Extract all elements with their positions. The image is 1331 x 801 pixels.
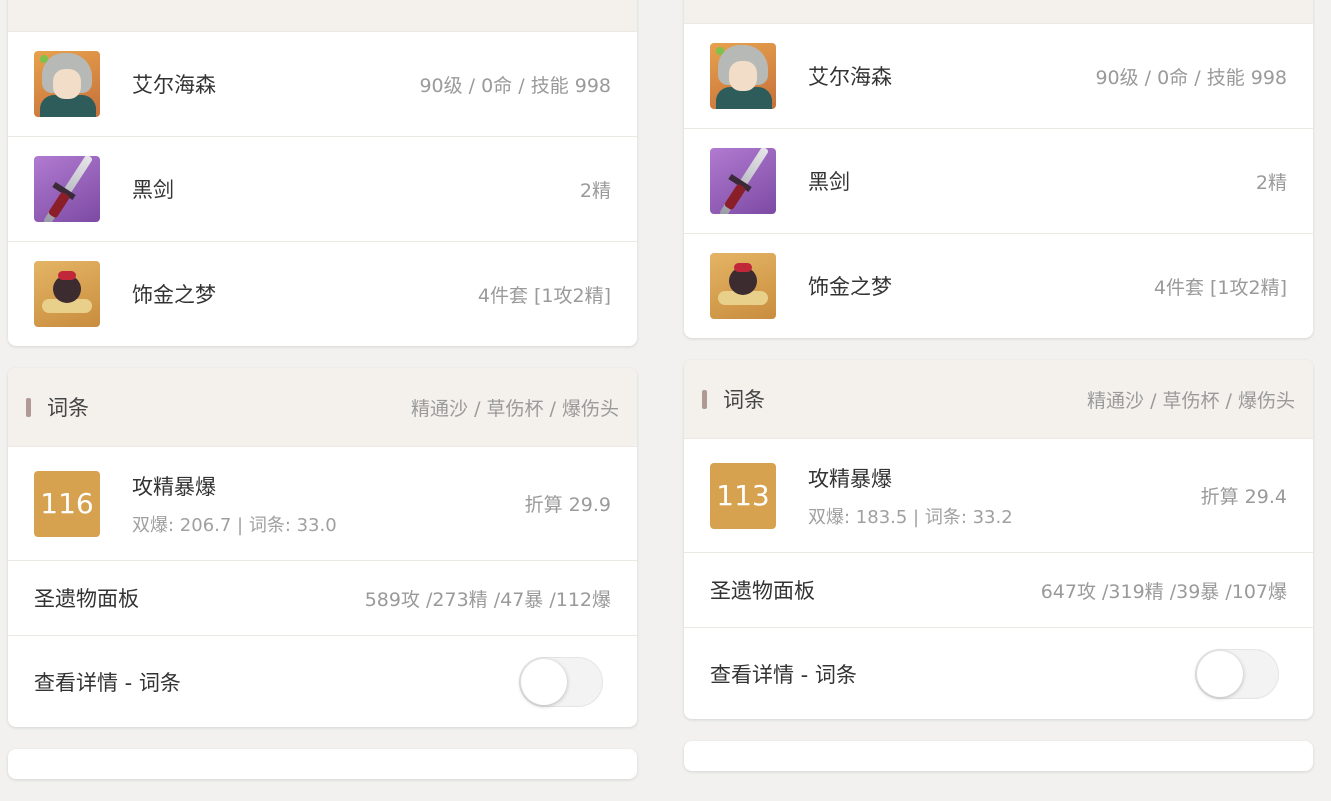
view-details-label: 查看详情 - 词条 (34, 670, 181, 695)
artifact-panel-row: 圣遗物面板 589攻 /273精 /47暴 /112爆 (8, 560, 637, 635)
weapon-refinement: 2精 (1255, 171, 1287, 194)
header-accent-bar (702, 389, 707, 409)
view-details-toggle[interactable] (1195, 648, 1279, 699)
weapon-name: 黑剑 (808, 170, 850, 194)
next-card (684, 741, 1313, 771)
score-title: 攻精暴爆 (132, 474, 216, 499)
artifact-panel-label: 圣遗物面板 (710, 579, 815, 603)
weapon-refinement: 2精 (579, 179, 611, 202)
score-row: 113 攻精暴爆 双爆: 183.5 | 词条: 33.2 折算 29.4 (684, 438, 1313, 552)
header-accent-bar (26, 397, 31, 417)
weapon-row[interactable]: 黑剑 2精 (8, 136, 637, 241)
character-avatar-icon (710, 43, 776, 109)
build-panel-right: 艾尔海森 90级 / 0命 / 技能 998 黑剑 2精 饰金之梦 4件套 [1… (684, 0, 1313, 793)
build-card-header (684, 0, 1313, 23)
converted-score: 折算 29.9 (524, 494, 611, 516)
score-title: 攻精暴爆 (808, 466, 892, 491)
substats-card: 词条 精通沙 / 草伤杯 / 爆伤头 113 攻精暴爆 双爆: 183.5 | … (684, 360, 1313, 719)
artifact-set-name: 饰金之梦 (808, 275, 892, 299)
artifact-panel-values: 589攻 /273精 /47暴 /112爆 (364, 588, 611, 611)
next-card (8, 749, 637, 779)
artifact-set-row[interactable]: 饰金之梦 4件套 [1攻2精] (8, 241, 637, 346)
artifact-panel-values: 647攻 /319精 /39暴 /107爆 (1040, 580, 1287, 603)
artifact-set-detail: 4件套 [1攻2精] (1153, 276, 1287, 299)
build-card-header (8, 0, 637, 31)
toggle-knob (521, 658, 567, 705)
main-stats-summary: 精通沙 / 草伤杯 / 爆伤头 (411, 397, 619, 420)
substats-card-header: 词条 精通沙 / 草伤杯 / 爆伤头 (684, 360, 1313, 438)
build-card: 艾尔海森 90级 / 0命 / 技能 998 黑剑 2精 饰金之梦 4件套 [1… (684, 0, 1313, 338)
score-subtext: 双爆: 183.5 | 词条: 33.2 (808, 506, 1013, 528)
artifact-set-name: 饰金之梦 (132, 283, 216, 307)
artifact-panel-label: 圣遗物面板 (34, 587, 139, 611)
artifact-set-row[interactable]: 饰金之梦 4件套 [1攻2精] (684, 233, 1313, 338)
view-details-label: 查看详情 - 词条 (710, 662, 857, 687)
main-stats-summary: 精通沙 / 草伤杯 / 爆伤头 (1087, 389, 1295, 412)
artifact-set-icon (34, 261, 100, 327)
character-avatar-icon (34, 51, 100, 117)
artifact-panel-row: 圣遗物面板 647攻 /319精 /39暴 /107爆 (684, 552, 1313, 627)
score-subtext: 双爆: 206.7 | 词条: 33.0 (132, 514, 337, 536)
view-details-row: 查看详情 - 词条 (684, 627, 1313, 719)
build-panel-left: 艾尔海森 90级 / 0命 / 技能 998 黑剑 2精 饰金之梦 4件套 [1… (8, 0, 637, 801)
substats-title: 词条 (723, 388, 765, 412)
substats-title: 词条 (47, 396, 89, 420)
artifact-set-icon (710, 253, 776, 319)
converted-score: 折算 29.4 (1200, 486, 1287, 508)
substats-card-header: 词条 精通沙 / 草伤杯 / 爆伤头 (8, 368, 637, 446)
character-name: 艾尔海森 (132, 73, 216, 97)
weapon-row[interactable]: 黑剑 2精 (684, 128, 1313, 233)
weapon-name: 黑剑 (132, 178, 174, 202)
character-detail: 90级 / 0命 / 技能 998 (419, 74, 611, 97)
weapon-icon (34, 156, 100, 222)
substats-card: 词条 精通沙 / 草伤杯 / 爆伤头 116 攻精暴爆 双爆: 206.7 | … (8, 368, 637, 727)
view-details-row: 查看详情 - 词条 (8, 635, 637, 727)
character-row[interactable]: 艾尔海森 90级 / 0命 / 技能 998 (8, 31, 637, 136)
build-card: 艾尔海森 90级 / 0命 / 技能 998 黑剑 2精 饰金之梦 4件套 [1… (8, 0, 637, 346)
score-badge: 113 (710, 462, 776, 529)
character-detail: 90级 / 0命 / 技能 998 (1095, 66, 1287, 89)
character-row[interactable]: 艾尔海森 90级 / 0命 / 技能 998 (684, 23, 1313, 128)
toggle-knob (1197, 650, 1243, 697)
view-details-toggle[interactable] (519, 656, 603, 707)
artifact-set-detail: 4件套 [1攻2精] (477, 284, 611, 307)
score-badge: 116 (34, 470, 100, 537)
weapon-icon (710, 148, 776, 214)
score-row: 116 攻精暴爆 双爆: 206.7 | 词条: 33.0 折算 29.9 (8, 446, 637, 560)
character-name: 艾尔海森 (808, 65, 892, 89)
